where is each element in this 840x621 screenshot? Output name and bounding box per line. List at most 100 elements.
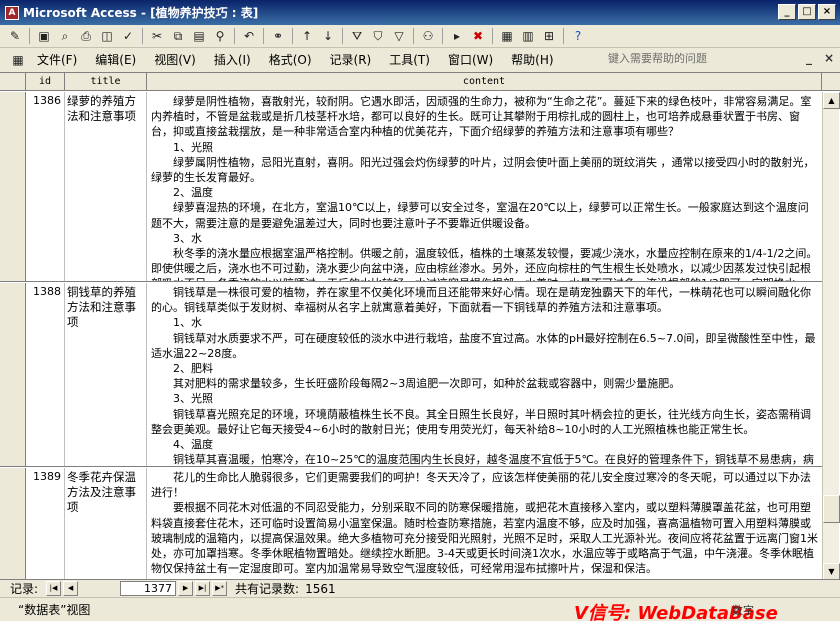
content-paragraph: 绿萝喜湿热的环境，在北方，室温10℃以上，绿萝可以安全过冬，室温在20℃以上，绿… xyxy=(151,201,809,230)
format-painter-icon[interactable]: ⚲ xyxy=(211,27,229,45)
content-paragraph: 1、光照 xyxy=(173,140,213,154)
menu-help[interactable]: 帮助(H) xyxy=(502,51,562,68)
design-view-icon[interactable]: ✎ xyxy=(6,27,24,45)
next-record-icon[interactable]: ▶ xyxy=(178,581,194,596)
print-preview-icon[interactable]: ◫ xyxy=(98,27,116,45)
content-paragraph: 绿萝是阴性植物，喜散射光，较耐阴。它遇水即活，因顽强的生命力，被称为“生命之花”… xyxy=(151,95,812,139)
previous-record-icon[interactable]: ◀ xyxy=(63,581,79,596)
access-app-icon[interactable]: A xyxy=(5,5,19,20)
table-row[interactable]: 1389 冬季花卉保温方法及注意事项 花儿的生命比人脆弱很多，它们更需要我们的呵… xyxy=(0,468,822,579)
filter-by-selection-icon[interactable]: ⛛ xyxy=(348,27,366,45)
menu-records[interactable]: 记录(R) xyxy=(321,51,381,68)
content-paragraph: 4、温度 xyxy=(173,438,213,452)
column-header-id[interactable]: id xyxy=(26,73,65,91)
content-paragraph: 绿萝属阴性植物，忌阳光直射，喜阴。阳光过强会灼伤绿萝的叶片，过阴会使叶面上美丽的… xyxy=(151,155,815,185)
toolbar-separator xyxy=(29,28,30,44)
record-navigation-bar: 记录: |◀ ◀ 1377 ▶ ▶| ▶* 共有记录数: 1561 xyxy=(0,579,840,597)
first-record-icon[interactable]: |◀ xyxy=(46,581,62,596)
menu-edit[interactable]: 编辑(E) xyxy=(86,51,145,68)
scroll-down-arrow-icon[interactable]: ▼ xyxy=(823,563,840,579)
delete-record-icon[interactable]: ✖ xyxy=(469,27,487,45)
insert-hyperlink-icon[interactable]: ⚭ xyxy=(269,27,287,45)
row-selector[interactable] xyxy=(0,468,26,579)
ask-question-box[interactable]: 键入需要帮助的问题 xyxy=(605,50,785,68)
save-icon[interactable]: ▣ xyxy=(35,27,53,45)
toolbar-separator xyxy=(292,28,293,44)
record-label: 记录: xyxy=(10,582,39,596)
content-paragraph: 2、温度 xyxy=(173,186,213,200)
filter-by-form-icon[interactable]: ⛉ xyxy=(369,27,387,45)
content-paragraph: 1、水 xyxy=(173,316,202,330)
file-search-icon[interactable]: ⌕ xyxy=(56,27,74,45)
print-icon[interactable]: ⎙ xyxy=(77,27,95,45)
menu-insert[interactable]: 插入(I) xyxy=(205,51,260,68)
row-selector[interactable] xyxy=(0,283,26,466)
content-paragraph: 其对肥料的需求量较多，生长旺盛阶段每隔2~3周追肥一次即可，如种於盆栽或容器中，… xyxy=(173,377,681,391)
content-paragraph: 3、水 xyxy=(173,231,202,245)
properties-icon[interactable]: ▦ xyxy=(498,27,516,45)
cut-icon[interactable]: ✂ xyxy=(148,27,166,45)
toolbar-separator xyxy=(492,28,493,44)
datasheet-window-icon[interactable]: ▦ xyxy=(8,51,28,69)
content-paragraph: 铜钱草对水质要求不严，可在硬度较低的淡水中进行栽培，盐度不宜过高。水体的pH最好… xyxy=(151,331,816,360)
content-paragraph: 花儿的生命比人脆弱很多，它们更需要我们的呵护！冬天天冷了，应该怎样使美丽的花儿安… xyxy=(151,471,811,500)
copy-icon[interactable]: ⧉ xyxy=(169,27,187,45)
minimize-button[interactable]: _ xyxy=(778,4,796,20)
menu-tools[interactable]: 工具(T) xyxy=(380,51,439,68)
close-button[interactable]: × xyxy=(818,4,836,20)
current-record-field[interactable]: 1377 xyxy=(120,581,177,596)
scroll-thumb[interactable] xyxy=(823,495,840,523)
content-paragraph: 秋冬季的浇水量应根据室温严格控制。供暖之前，温度较低，植株的土壤蒸发较慢，要减少… xyxy=(151,247,818,281)
apply-filter-icon[interactable]: ▽ xyxy=(390,27,408,45)
content-cell[interactable]: 花儿的生命比人脆弱很多，它们更需要我们的呵护！冬天天冷了，应该怎样使美丽的花儿安… xyxy=(147,468,822,579)
column-header-title[interactable]: title xyxy=(65,73,147,91)
database-window-icon[interactable]: ▥ xyxy=(519,27,537,45)
id-cell[interactable]: 1388 xyxy=(26,283,65,466)
id-cell[interactable]: 1386 xyxy=(26,92,65,281)
column-header-content[interactable]: content xyxy=(147,73,822,91)
content-cell[interactable]: 绿萝是阴性植物，喜散射光，较耐阴。它遇水即活，因顽强的生命力，被称为“生命之花”… xyxy=(147,92,822,281)
toolbar-separator xyxy=(413,28,414,44)
menu-view[interactable]: 视图(V) xyxy=(145,51,205,68)
sort-descending-icon[interactable]: ↓ xyxy=(319,27,337,45)
toolbar-separator xyxy=(563,28,564,44)
child-minimize-button[interactable]: _ xyxy=(806,51,812,65)
content-paragraph: 铜钱草其喜温暖，怕寒冷，在10~25℃的温度范围内生长良好，越冬温度不宜低于5℃… xyxy=(173,453,814,467)
last-record-icon[interactable]: ▶| xyxy=(195,581,211,596)
title-cell[interactable]: 绿萝的养殖方法和注意事项 xyxy=(65,92,147,281)
paste-icon[interactable]: ▤ xyxy=(190,27,208,45)
maximize-button[interactable]: □ xyxy=(798,4,816,20)
select-all-box[interactable] xyxy=(0,73,26,91)
menu-file[interactable]: 文件(F) xyxy=(28,51,86,68)
toolbar-separator xyxy=(342,28,343,44)
content-paragraph: 2、肥料 xyxy=(173,362,213,376)
title-cell[interactable]: 铜钱草的养殖方法和注意事项 xyxy=(65,283,147,466)
title-bar: A Microsoft Access - [植物养护技巧 : 表] _ □ × xyxy=(0,0,840,25)
toolbar-separator xyxy=(442,28,443,44)
row-selector[interactable] xyxy=(0,92,26,281)
datasheet-grid: id title content 1386 绿萝的养殖方法和注意事项 绿萝是阴性… xyxy=(0,72,840,579)
title-cell[interactable]: 冬季花卉保温方法及注意事项 xyxy=(65,468,147,579)
id-cell[interactable]: 1389 xyxy=(26,468,65,579)
menu-window[interactable]: 窗口(W) xyxy=(439,51,502,68)
help-icon[interactable]: ? xyxy=(569,27,587,45)
spelling-icon[interactable]: ✓ xyxy=(119,27,137,45)
new-record-nav-icon[interactable]: ▶* xyxy=(212,581,228,596)
content-cell[interactable]: 铜钱草是一株很可爱的植物，养在家里不仅美化环境而且还能带来好心情。现在是萌宠独霸… xyxy=(147,283,822,466)
new-record-icon[interactable]: ▸ xyxy=(448,27,466,45)
table-row[interactable]: 1388 铜钱草的养殖方法和注意事项 铜钱草是一株很可爱的植物，养在家里不仅美化… xyxy=(0,283,822,467)
vertical-scrollbar[interactable]: ▲ ▼ xyxy=(822,92,840,579)
total-records-value: 1561 xyxy=(305,581,336,596)
menu-format[interactable]: 格式(O) xyxy=(260,51,321,68)
window-title: Microsoft Access - [植物养护技巧 : 表] xyxy=(23,6,259,20)
sort-ascending-icon[interactable]: ↑ xyxy=(298,27,316,45)
new-object-icon[interactable]: ⊞ xyxy=(540,27,558,45)
undo-icon[interactable]: ↶ xyxy=(240,27,258,45)
table-row[interactable]: 1386 绿萝的养殖方法和注意事项 绿萝是阴性植物，喜散射光，较耐阴。它遇水即活… xyxy=(0,92,822,282)
scroll-up-arrow-icon[interactable]: ▲ xyxy=(823,92,840,109)
content-paragraph: 要根据不同花木对低温的不同忍受能力，分别采取不同的防寒保暖措施，或把花木直接移入… xyxy=(151,501,818,576)
column-header-row: id title content xyxy=(0,73,840,91)
total-records-label: 共有记录数: xyxy=(235,582,300,596)
child-close-button[interactable]: × xyxy=(824,51,834,65)
find-icon[interactable]: ⚇ xyxy=(419,27,437,45)
